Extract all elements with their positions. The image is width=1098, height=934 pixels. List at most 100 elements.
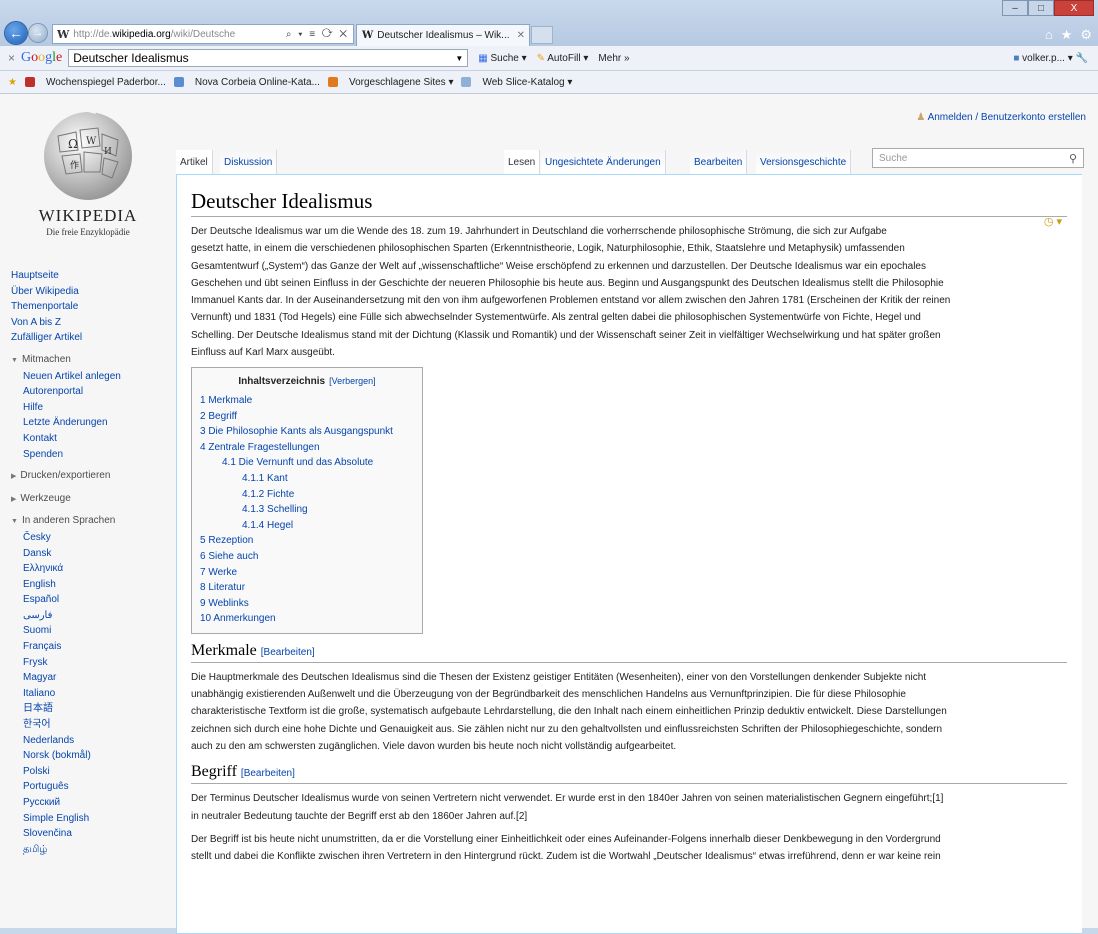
tab-versionsgeschichte[interactable]: Versionsgeschichte	[756, 150, 852, 174]
language-link[interactable]: Slovenčina	[23, 826, 171, 842]
maximize-button[interactable]: □	[1028, 0, 1054, 16]
nav-hilfe[interactable]: Hilfe	[23, 400, 171, 416]
nav-letzte-aenderungen[interactable]: Letzte Änderungen	[23, 415, 171, 431]
more-button[interactable]: Mehr »	[598, 53, 629, 64]
toc-item[interactable]: 4.1.4 Hegel	[200, 518, 414, 534]
language-link[interactable]: 日本語	[23, 701, 171, 717]
favorites-star-icon[interactable]: ★	[1061, 27, 1073, 43]
toc-item[interactable]: 5 Rezeption	[200, 533, 414, 549]
minimize-button[interactable]: –	[1002, 0, 1028, 16]
section-mitmachen[interactable]: ▼ Mitmachen	[11, 352, 171, 369]
language-link[interactable]: Ελληνικά	[23, 561, 171, 577]
dropdown-arrow-icon[interactable]: ▼	[455, 54, 467, 63]
toc-item[interactable]: 1 Merkmale	[200, 393, 414, 409]
section-drucken[interactable]: ▶ Drucken/exportieren	[11, 468, 171, 485]
nav-spenden[interactable]: Spenden	[23, 447, 171, 463]
nav-themenportale[interactable]: Themenportale	[11, 299, 171, 315]
tab-ungesichtete-aenderungen[interactable]: Ungesichtete Änderungen	[541, 150, 666, 174]
toolbar-close-icon[interactable]: ×	[8, 51, 15, 65]
nav-hauptseite[interactable]: Hauptseite	[11, 268, 171, 284]
fav-link-suggested-sites[interactable]: Vorgeschlagene Sites ▾	[327, 77, 453, 88]
language-link[interactable]: فارسی	[23, 608, 171, 624]
wikipedia-wordmark[interactable]: Wikipedia Die freie Enzyklopädie	[0, 206, 176, 237]
language-link[interactable]: Español	[23, 592, 171, 608]
toc-item[interactable]: 9 Weblinks	[200, 596, 414, 612]
tab-close-icon[interactable]: ✕	[517, 30, 529, 41]
tab-lesen[interactable]: Lesen	[504, 150, 541, 174]
language-link[interactable]: Русский	[23, 795, 171, 811]
fav-link-web-slice[interactable]: Web Slice-Katalog ▾	[461, 77, 572, 88]
google-search-button[interactable]: ▦ Suche ▾	[478, 53, 526, 64]
wrench-icon[interactable]: 🔧	[1076, 53, 1088, 64]
heading-begriff: Begriff [Bearbeiten]	[191, 763, 1067, 785]
nav-kontakt[interactable]: Kontakt	[23, 431, 171, 447]
edit-section-link[interactable]: [Bearbeiten]	[261, 647, 315, 658]
tab-artikel[interactable]: Artikel	[176, 150, 213, 174]
browser-tab-active[interactable]: W Deutscher Idealismus – Wik... ✕	[356, 24, 530, 46]
toc-item[interactable]: 7 Werke	[200, 565, 414, 581]
toc-item[interactable]: 4.1.1 Kant	[200, 471, 414, 487]
search-icon[interactable]: ⚲	[1069, 152, 1077, 165]
heading-merkmale: Merkmale [Bearbeiten]	[191, 642, 1067, 663]
fav-link-nova-corbeia[interactable]: Nova Corbeia Online-Kata...	[173, 77, 320, 88]
language-link[interactable]: Frysk	[23, 655, 171, 671]
google-query-text: Deutscher Idealismus	[73, 51, 189, 65]
toc-item[interactable]: 10 Anmerkungen	[200, 611, 414, 627]
home-icon[interactable]: ⌂	[1045, 27, 1053, 43]
browser-titlebar: – □ X ← → W http://de. wikipedia.org/wiki…	[0, 0, 1098, 46]
toc-item[interactable]: 3 Die Philosophie Kants als Ausgangspunk…	[200, 424, 414, 440]
language-link[interactable]: Nederlands	[23, 733, 171, 749]
fav-link-wochenspiegel[interactable]: Wochenspiegel Paderbor...	[24, 77, 166, 88]
new-tab-button[interactable]	[531, 26, 553, 44]
toc-item[interactable]: 4.1.3 Schelling	[200, 502, 414, 518]
forward-button[interactable]: →	[29, 24, 47, 42]
nav-ueber-wikipedia[interactable]: Über Wikipedia	[11, 284, 171, 300]
nav-autorenportal[interactable]: Autorenportal	[23, 384, 171, 400]
toc-item[interactable]: 4.1 Die Vernunft und das Absolute	[200, 455, 414, 471]
language-link[interactable]: Česky	[23, 530, 171, 546]
favorites-star-add-icon[interactable]: ★	[8, 77, 17, 88]
nav-neuen-artikel[interactable]: Neuen Artikel anlegen	[23, 369, 171, 385]
text-line: Immanuel Kants dar. In der Auseinanderse…	[191, 295, 951, 307]
section-werkzeuge[interactable]: ▶ Werkzeuge	[11, 491, 171, 508]
language-link[interactable]: Italiano	[23, 686, 171, 702]
language-link[interactable]: Simple English	[23, 811, 171, 827]
nav-zufaelliger-artikel[interactable]: Zufälliger Artikel	[11, 330, 171, 346]
section-sprachen[interactable]: ▼ In anderen Sprachen	[11, 513, 171, 530]
toc-hide-link[interactable]: [Verbergen]	[329, 376, 376, 386]
text-line: Geschehen und übt seinen Einfluss in der…	[191, 277, 944, 289]
google-search-input[interactable]: Deutscher Idealismus ▼	[68, 49, 469, 67]
language-link[interactable]: Polski	[23, 764, 171, 780]
text-line: Der Deutsche Idealismus war um die Wende…	[191, 226, 887, 237]
login-link[interactable]: ♟ Anmelden / Benutzerkonto erstellen	[916, 112, 1086, 123]
toc-item[interactable]: 6 Siehe auch	[200, 549, 414, 565]
language-link[interactable]: English	[23, 577, 171, 593]
toc-item[interactable]: 4.1.2 Fichte	[200, 487, 414, 503]
google-account-button[interactable]: ■ volker.p... ▾ 🔧	[1013, 53, 1088, 64]
language-link[interactable]: Français	[23, 639, 171, 655]
autofill-button[interactable]: ✎ AutoFill ▾	[537, 53, 589, 64]
toc-item[interactable]: 8 Literatur	[200, 580, 414, 596]
text-line: zeichnen sich durch eine hohe Dichte und…	[191, 723, 943, 735]
language-link[interactable]: 한국어	[23, 717, 171, 733]
language-link[interactable]: Dansk	[23, 546, 171, 562]
text-line: stellt und dabei die Konflikte zwischen …	[191, 851, 941, 863]
language-link[interactable]: Norsk (bokmål)	[23, 748, 171, 764]
address-bar[interactable]: W http://de. wikipedia.org/wiki/Deutsche …	[52, 24, 354, 44]
address-tools-icons[interactable]: ⌕ ▾ ≡ ⟳ ✕	[286, 29, 353, 40]
tab-bearbeiten[interactable]: Bearbeiten	[690, 150, 748, 174]
tab-diskussion[interactable]: Diskussion	[220, 150, 278, 174]
nav-von-a-bis-z[interactable]: Von A bis Z	[11, 315, 171, 331]
language-link[interactable]: Magyar	[23, 670, 171, 686]
close-window-button[interactable]: X	[1054, 0, 1094, 16]
toc-item[interactable]: 2 Begriff	[200, 409, 414, 425]
language-link[interactable]: தமிழ்	[23, 842, 171, 858]
toc-item[interactable]: 4 Zentrale Fragestellungen	[200, 440, 414, 456]
wiki-search-input[interactable]: Suche ⚲	[872, 148, 1084, 168]
edit-section-link[interactable]: [Bearbeiten]	[241, 768, 295, 779]
back-button[interactable]: ←	[5, 22, 27, 44]
language-link[interactable]: Suomi	[23, 623, 171, 639]
settings-gear-icon[interactable]: ⚙	[1080, 27, 1092, 43]
language-link[interactable]: Português	[23, 779, 171, 795]
wikipedia-globe-logo[interactable]: Ω W 作 И	[38, 106, 138, 204]
